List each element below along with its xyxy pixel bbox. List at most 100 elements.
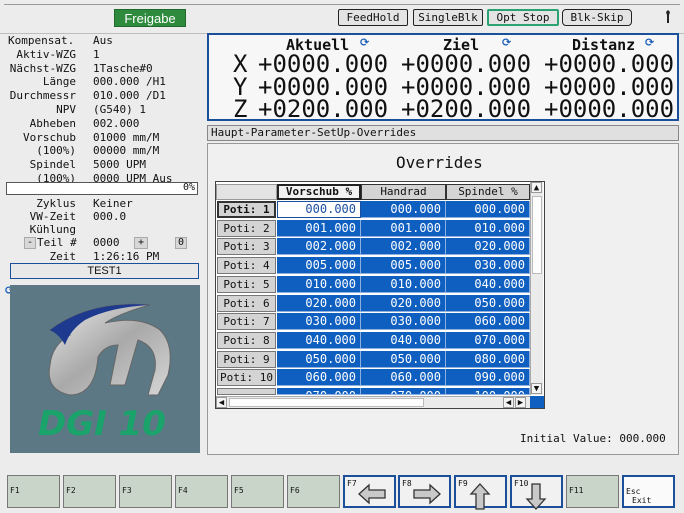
dro-aktuell-value[interactable]: +0000.000 (258, 52, 388, 76)
info-value: 1 (93, 47, 100, 61)
table-cell[interactable]: 020.000 (277, 294, 361, 312)
fkey-7-button[interactable]: F7 (343, 475, 396, 508)
fkey-4-button[interactable]: F4 (175, 475, 228, 508)
table-row-header[interactable]: Poti: 10 (217, 369, 276, 387)
info-value: 002.000 (93, 116, 140, 130)
freigabe-button[interactable]: Freigabe (114, 9, 186, 27)
kuehlung-label: Kühlung (29, 223, 76, 236)
hscroll-thumb[interactable] (229, 398, 424, 407)
table-cell[interactable]: 020.000 (446, 238, 530, 256)
table-cell[interactable]: 070.000 (446, 331, 530, 349)
table-cell[interactable]: 030.000 (277, 313, 361, 331)
col-header-vorschub[interactable]: Vorschub % (277, 184, 361, 200)
scroll-left-arrow-icon[interactable]: ◀ (216, 397, 227, 408)
table-cell[interactable]: 080.000 (446, 350, 530, 368)
fkey-1-button[interactable]: F1 (7, 475, 60, 508)
dro-ziel-value[interactable]: +0000.000 (401, 52, 531, 76)
fkey-3-button[interactable]: F3 (119, 475, 172, 508)
table-cell[interactable]: 002.000 (277, 238, 361, 256)
dro-axis-label: X (233, 50, 248, 78)
feedhold-button[interactable]: FeedHold (338, 9, 408, 26)
table-row-header[interactable]: Poti: 7 (217, 313, 276, 331)
table-cell[interactable]: 010.000 (361, 275, 446, 293)
table-cell[interactable]: 000.000 (446, 201, 530, 218)
table-cell[interactable]: 060.000 (277, 369, 361, 387)
teil-reset-button[interactable]: 0 (175, 237, 187, 249)
teil-plus-button[interactable]: + (134, 237, 148, 249)
table-row-header[interactable]: Poti: 5 (217, 275, 276, 293)
table-cell[interactable]: 100.000 (446, 388, 530, 395)
table-cell[interactable]: 070.000 (361, 388, 446, 395)
refresh-ziel-icon[interactable]: ⟳ (502, 36, 511, 49)
fkey-9-button[interactable]: F9 (454, 475, 507, 510)
table-cell[interactable]: 005.000 (277, 257, 361, 275)
vscroll-thumb[interactable] (532, 196, 542, 274)
table-cell[interactable]: 050.000 (446, 294, 530, 312)
table-cell[interactable]: 050.000 (277, 350, 361, 368)
scroll-down-arrow-icon[interactable]: ▼ (531, 383, 542, 394)
table-cell[interactable]: 001.000 (361, 219, 446, 237)
table-cell[interactable]: 070.000 (277, 388, 361, 395)
scroll-right-arrow-icon[interactable]: ▶ (515, 397, 526, 408)
singleblk-button[interactable]: SingleBlk (413, 9, 483, 26)
zeit-label: Zeit (49, 250, 77, 263)
dro-ziel-value[interactable]: +0200.000 (401, 97, 531, 121)
fkey-10-button[interactable]: F10 (510, 475, 563, 510)
table-row-header[interactable]: Poti: 4 (217, 257, 276, 275)
table-cell[interactable]: 090.000 (446, 369, 530, 387)
table-row-header[interactable] (217, 388, 276, 395)
optstop-button[interactable]: Opt Stop (487, 9, 559, 26)
table-cell[interactable]: 040.000 (361, 331, 446, 349)
table-cell[interactable]: 040.000 (446, 275, 530, 293)
table-cell[interactable]: 000.000 (361, 201, 446, 218)
tab-overrides[interactable]: Haupt-Parameter-SetUp-Overrides (207, 125, 679, 141)
table-cell[interactable]: 010.000 (446, 219, 530, 237)
info-label: Vorschub (23, 130, 76, 144)
fkey-5-button[interactable]: F5 (231, 475, 284, 508)
table-vertical-scrollbar[interactable]: ▲ ▼ (530, 182, 543, 395)
scroll-left2-arrow-icon[interactable]: ◀ (503, 397, 514, 408)
fkey-11-button[interactable]: F11 (566, 475, 619, 508)
table-cell[interactable]: 002.000 (361, 238, 446, 256)
overrides-title: Overrides (396, 153, 483, 172)
table-cell[interactable]: 060.000 (361, 369, 446, 387)
program-name[interactable]: TEST1 (10, 263, 199, 279)
table-row-header[interactable]: Poti: 8 (217, 331, 276, 349)
table-cell[interactable]: 020.000 (361, 294, 446, 312)
col-header-handrad[interactable]: Handrad (361, 184, 446, 200)
table-row-header[interactable]: Poti: 3 (217, 238, 276, 256)
zyklus-value: Keiner (93, 197, 133, 210)
table-row-header[interactable]: Poti: 6 (217, 294, 276, 312)
refresh-distanz-icon[interactable]: ⟳ (645, 36, 654, 49)
table-row-header[interactable]: Poti: 1 (217, 201, 276, 218)
logo-text: DGI 10 (38, 404, 166, 444)
table-horizontal-scrollbar[interactable]: ◀ ◀ ▶ (216, 396, 530, 408)
refresh-aktuell-icon[interactable]: ⟳ (360, 36, 369, 49)
table-cell[interactable]: 040.000 (277, 331, 361, 349)
table-cell[interactable]: 050.000 (361, 350, 446, 368)
fkey-12-button[interactable]: Esc Exit (622, 475, 675, 508)
blkskip-button[interactable]: Blk-Skip (562, 9, 632, 26)
table-cell[interactable]: 010.000 (277, 275, 361, 293)
table-cell[interactable]: 030.000 (361, 313, 446, 331)
teil-minus-button[interactable]: - (24, 237, 36, 249)
wrench-icon[interactable] (663, 9, 673, 25)
fkey-2-button[interactable]: F2 (63, 475, 116, 508)
table-cell[interactable]: 001.000 (277, 219, 361, 237)
table-cell[interactable]: 005.000 (361, 257, 446, 275)
dro-aktuell-value[interactable]: +0200.000 (258, 97, 388, 121)
dro-distanz-value: +0000.000 (544, 95, 675, 123)
table-row-header[interactable]: Poti: 2 (217, 219, 276, 237)
scroll-up-arrow-icon[interactable]: ▲ (531, 182, 542, 193)
fkey-6-button[interactable]: F6 (287, 475, 340, 508)
info-value: 010.000 /D1 (93, 89, 166, 103)
table-cell[interactable]: 030.000 (446, 257, 530, 275)
table-row-header[interactable]: Poti: 9 (217, 350, 276, 368)
fkey-label: F1 (10, 486, 20, 495)
table-cell[interactable]: 060.000 (446, 313, 530, 331)
teil-value: 0000 (93, 236, 120, 249)
fkey-label: F3 (122, 486, 132, 495)
fkey-8-button[interactable]: F8 (398, 475, 451, 508)
col-header-spindel[interactable]: Spindel % (446, 184, 530, 200)
table-cell[interactable]: 000.000 (277, 201, 361, 218)
